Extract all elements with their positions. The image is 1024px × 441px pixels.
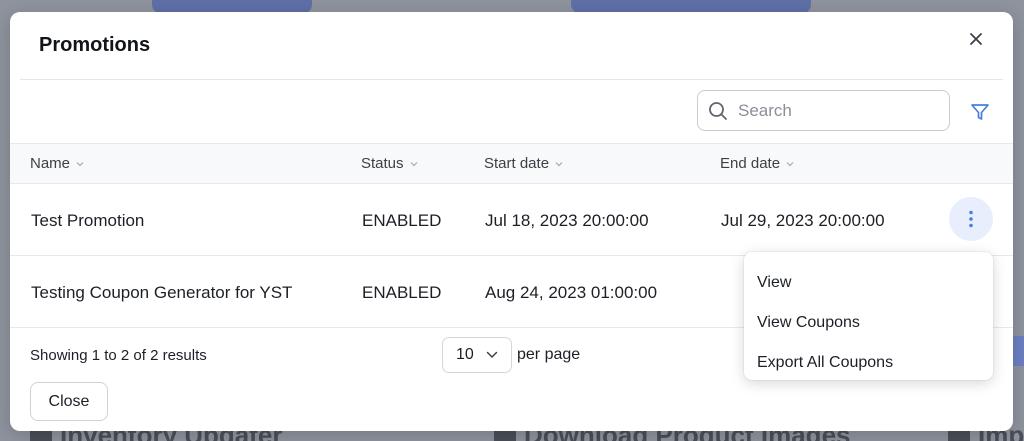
row-actions-menu: View View Coupons Export All Coupons (744, 252, 993, 380)
column-label: Status (361, 155, 404, 172)
menu-item-view[interactable]: View (744, 263, 993, 303)
column-header-end-date[interactable]: End date (720, 155, 794, 172)
menu-item-view-coupons[interactable]: View Coupons (744, 303, 993, 343)
per-page-label: per page (517, 346, 581, 363)
cell-start-date: Jul 18, 2023 20:00:00 (485, 211, 649, 230)
pagination-summary: Showing 1 to 2 of 2 results (30, 347, 207, 364)
cell-status: ENABLED (362, 211, 442, 230)
cell-status: ENABLED (362, 283, 442, 302)
chevron-down-icon (76, 161, 84, 167)
chevron-down-icon (786, 161, 794, 167)
search-input[interactable] (738, 100, 928, 121)
cell-end-date: Jul 29, 2023 20:00:00 (721, 211, 885, 230)
cell-name: Testing Coupon Generator for YST (31, 283, 293, 302)
per-page-select[interactable]: 10 (442, 337, 512, 373)
menu-item-export-all-coupons[interactable]: Export All Coupons (744, 343, 993, 383)
background-tab (1012, 336, 1024, 366)
close-icon[interactable] (965, 28, 987, 50)
cell-start-date: Aug 24, 2023 01:00:00 (485, 283, 658, 302)
per-page-value: 10 (456, 346, 474, 363)
column-header-status[interactable]: Status (361, 155, 418, 172)
header-divider (20, 79, 1003, 80)
more-vertical-icon (968, 210, 974, 228)
search-icon (708, 101, 728, 121)
table-header: Name Status Start date End date (10, 143, 1013, 184)
column-label: End date (720, 155, 781, 172)
row-actions-button[interactable] (949, 197, 993, 241)
close-button[interactable]: Close (30, 382, 108, 421)
column-header-start-date[interactable]: Start date (484, 155, 563, 172)
filter-icon[interactable] (968, 100, 992, 124)
chevron-down-icon (555, 161, 563, 167)
column-label: Start date (484, 155, 550, 172)
search-field[interactable] (697, 90, 950, 131)
modal-title: Promotions (39, 34, 151, 56)
column-header-name[interactable]: Name (30, 155, 84, 172)
chevron-down-icon (410, 161, 418, 167)
chevron-down-icon (486, 351, 498, 359)
table-row[interactable]: Test Promotion ENABLED Jul 18, 2023 20:0… (10, 184, 1013, 256)
column-label: Name (30, 155, 71, 172)
cell-name: Test Promotion (31, 211, 145, 230)
